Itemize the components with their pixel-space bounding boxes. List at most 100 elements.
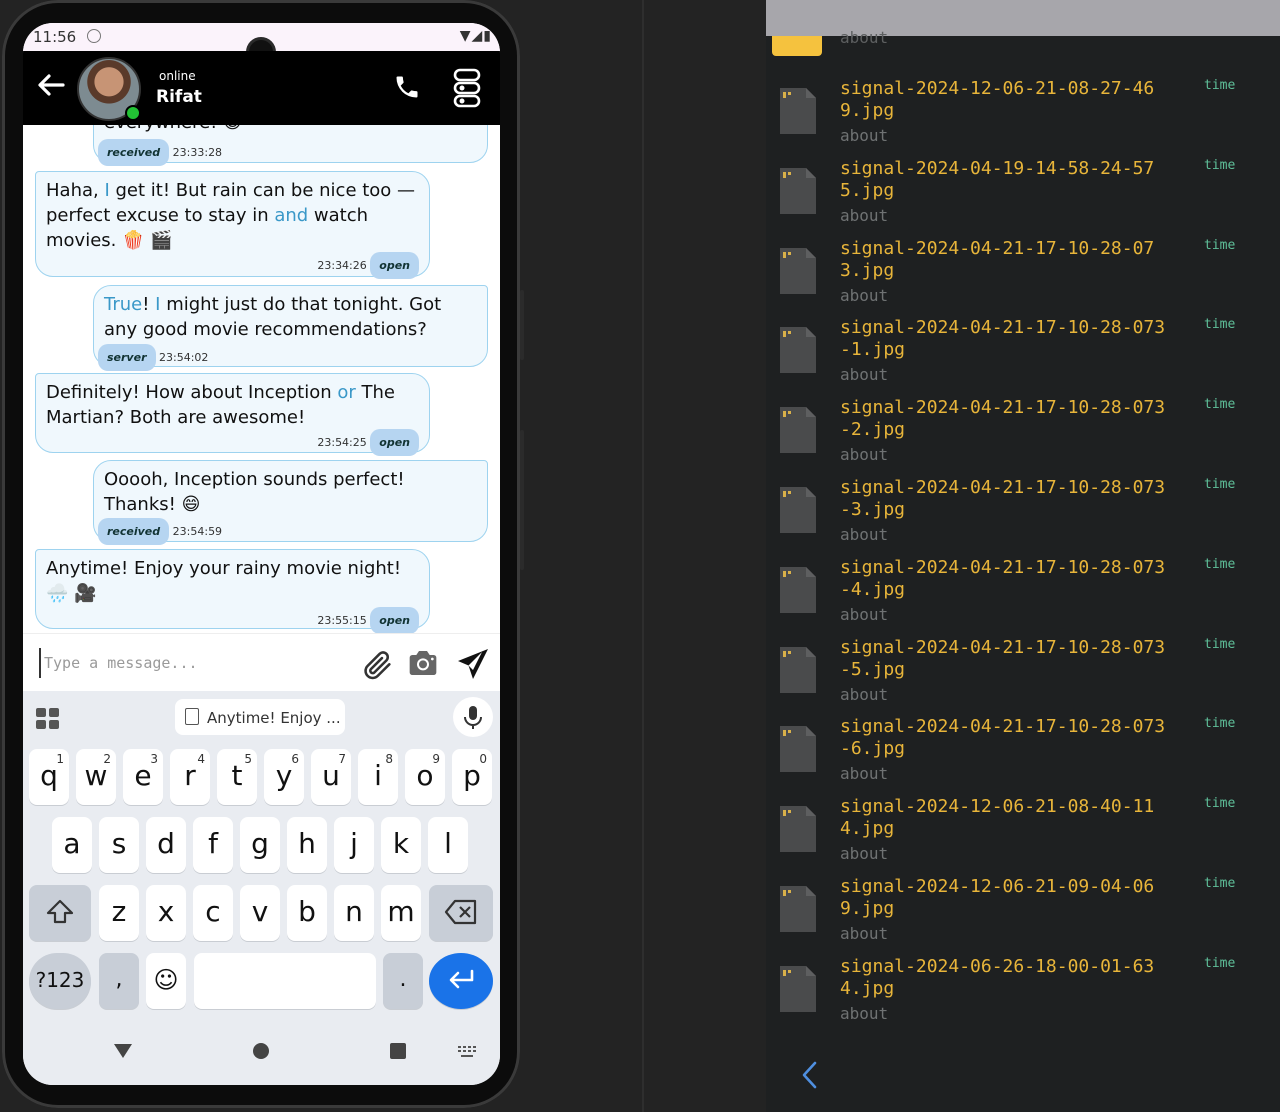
chat-header: online Rifat xyxy=(23,51,500,125)
file-row[interactable]: signal-2024-04-21-17-10-28-073-4.jpg abou… xyxy=(766,557,1280,637)
key-v[interactable]: v xyxy=(240,885,280,941)
shift-key[interactable] xyxy=(29,885,91,941)
key-i[interactable]: i8 xyxy=(358,749,398,805)
file-row[interactable]: signal-2024-12-06-21-08-27-469.jpg about t… xyxy=(766,78,1280,158)
file-name[interactable]: signal-2024-04-21-17-10-28-073.jpg xyxy=(840,238,1170,282)
key-f[interactable]: f xyxy=(193,817,233,873)
key-k[interactable]: k xyxy=(381,817,421,873)
message-bubble-outgoing[interactable]: everywhere! 😄 received 23:33:28 xyxy=(93,125,488,166)
file-name[interactable]: signal-2024-12-06-21-09-04-069.jpg xyxy=(840,876,1170,920)
key-u[interactable]: u7 xyxy=(311,749,351,805)
space-key[interactable] xyxy=(194,953,376,1009)
key-j[interactable]: j xyxy=(334,817,374,873)
file-row[interactable]: signal-2024-12-06-21-08-40-114.jpg about t… xyxy=(766,796,1280,876)
back-arrow-icon[interactable] xyxy=(37,73,65,101)
microphone-button[interactable] xyxy=(453,697,493,737)
message-bubble-incoming[interactable]: Definitely! How about Inception or The M… xyxy=(35,373,430,456)
file-browser: about signal-2024-12-06-21-08-27-469.jpg… xyxy=(766,0,1280,1112)
file-about: about xyxy=(840,365,889,384)
clipboard-suggestion[interactable]: Anytime! Enjoy ... xyxy=(175,699,345,735)
nav-recents-icon[interactable] xyxy=(388,1041,408,1061)
file-about: about xyxy=(840,605,889,624)
key-e[interactable]: e3 xyxy=(123,749,163,805)
keyboard-switch-icon[interactable] xyxy=(457,1045,479,1059)
message-bubble-incoming[interactable]: Haha, I get it! But rain can be nice too… xyxy=(35,171,430,279)
nav-back-icon[interactable] xyxy=(111,1041,135,1061)
key-a[interactable]: a xyxy=(52,817,92,873)
file-name[interactable]: signal-2024-12-06-21-08-27-469.jpg xyxy=(840,78,1170,122)
file-name[interactable]: signal-2024-12-06-21-08-40-114.jpg xyxy=(840,796,1170,840)
message-meta: received 23:54:59 xyxy=(98,518,222,545)
backspace-key[interactable] xyxy=(429,885,493,941)
message-text: Haha, I get it! But rain can be nice too… xyxy=(46,180,416,251)
key-z[interactable]: z xyxy=(99,885,139,941)
status-time: 11:56 xyxy=(33,28,77,46)
message-status-badge: open xyxy=(370,252,419,279)
back-chevron-icon[interactable] xyxy=(800,1060,820,1094)
key-s[interactable]: s xyxy=(99,817,139,873)
paperclip-icon[interactable] xyxy=(361,648,395,686)
camera-icon[interactable] xyxy=(407,648,439,682)
send-icon[interactable] xyxy=(455,646,491,686)
key-t[interactable]: t5 xyxy=(217,749,257,805)
message-status-badge: received xyxy=(98,139,170,166)
key-b[interactable]: b xyxy=(287,885,327,941)
key-o[interactable]: o9 xyxy=(405,749,445,805)
file-name[interactable]: signal-2024-04-21-17-10-28-073-1.jpg xyxy=(840,317,1170,361)
shift-icon xyxy=(46,899,74,924)
key-q[interactable]: q1 xyxy=(29,749,69,805)
file-icon xyxy=(780,726,816,772)
message-bubble-outgoing[interactable]: Ooooh, Inception sounds perfect! Thanks!… xyxy=(93,460,488,545)
enter-icon xyxy=(449,969,474,989)
file-name[interactable]: signal-2024-04-21-17-10-28-073-4.jpg xyxy=(840,557,1170,601)
contact-name[interactable]: Rifat xyxy=(156,87,202,107)
file-name[interactable]: signal-2024-04-21-17-10-28-073-3.jpg xyxy=(840,477,1170,521)
key-w[interactable]: w2 xyxy=(76,749,116,805)
file-name[interactable]: signal-2024-04-19-14-58-24-575.jpg xyxy=(840,158,1170,202)
key-p[interactable]: p0 xyxy=(452,749,492,805)
file-row[interactable]: signal-2024-06-26-18-00-01-634.jpg about t… xyxy=(766,956,1280,1036)
enter-key[interactable] xyxy=(429,953,493,1009)
message-list[interactable]: everywhere! 😄 received 23:33:28 Haha, I … xyxy=(23,125,500,633)
nav-home-icon[interactable] xyxy=(251,1041,271,1061)
apps-grid-icon[interactable] xyxy=(35,707,61,735)
key-d[interactable]: d xyxy=(146,817,186,873)
message-meta: received 23:33:28 xyxy=(98,139,222,166)
file-name[interactable]: signal-2024-06-26-18-00-01-634.jpg xyxy=(840,956,1170,1000)
file-row[interactable]: signal-2024-04-21-17-10-28-073-5.jpg abou… xyxy=(766,637,1280,717)
file-name[interactable]: signal-2024-04-21-17-10-28-073-5.jpg xyxy=(840,637,1170,681)
key-x[interactable]: x xyxy=(146,885,186,941)
message-text: Definitely! How about Inception or The M… xyxy=(46,382,395,428)
key-m[interactable]: m xyxy=(381,885,421,941)
emoji-key[interactable]: ☺ xyxy=(146,953,186,1009)
file-row[interactable]: signal-2024-04-21-17-10-28-073-1.jpg abou… xyxy=(766,317,1280,397)
comma-key[interactable]: , xyxy=(99,953,139,1009)
file-name[interactable]: signal-2024-04-21-17-10-28-073-6.jpg xyxy=(840,716,1170,760)
key-g[interactable]: g xyxy=(240,817,280,873)
key-l[interactable]: l xyxy=(428,817,468,873)
file-row[interactable]: signal-2024-04-21-17-10-28-073-2.jpg abou… xyxy=(766,397,1280,477)
message-bubble-incoming[interactable]: Anytime! Enjoy your rainy movie night! 🌧… xyxy=(35,549,430,633)
file-row[interactable]: signal-2024-04-21-17-10-28-073-6.jpg abou… xyxy=(766,716,1280,796)
key-c[interactable]: c xyxy=(193,885,233,941)
file-row[interactable]: signal-2024-04-21-17-10-28-073.jpg about t… xyxy=(766,238,1280,318)
key-y[interactable]: y6 xyxy=(264,749,304,805)
file-row[interactable]: signal-2024-12-06-21-09-04-069.jpg about t… xyxy=(766,876,1280,956)
file-icon xyxy=(780,327,816,373)
file-name[interactable]: signal-2024-04-21-17-10-28-073-2.jpg xyxy=(840,397,1170,441)
message-time: 23:34:26 xyxy=(317,259,367,272)
power-button xyxy=(520,430,524,570)
menu-icon[interactable] xyxy=(453,68,481,112)
key-n[interactable]: n xyxy=(334,885,374,941)
key-h[interactable]: h xyxy=(287,817,327,873)
file-row[interactable]: signal-2024-04-19-14-58-24-575.jpg about t… xyxy=(766,158,1280,238)
message-bubble-outgoing[interactable]: True! I might just do that tonight. Got … xyxy=(93,285,488,371)
symbols-key[interactable]: ?123 xyxy=(29,953,91,1009)
message-input[interactable] xyxy=(39,648,346,678)
phone-call-icon[interactable] xyxy=(393,73,421,105)
period-key[interactable]: . xyxy=(383,953,423,1009)
panel-divider xyxy=(642,0,644,1112)
message-time: 23:54:59 xyxy=(172,525,223,538)
key-r[interactable]: r4 xyxy=(170,749,210,805)
file-row[interactable]: signal-2024-04-21-17-10-28-073-3.jpg abou… xyxy=(766,477,1280,557)
